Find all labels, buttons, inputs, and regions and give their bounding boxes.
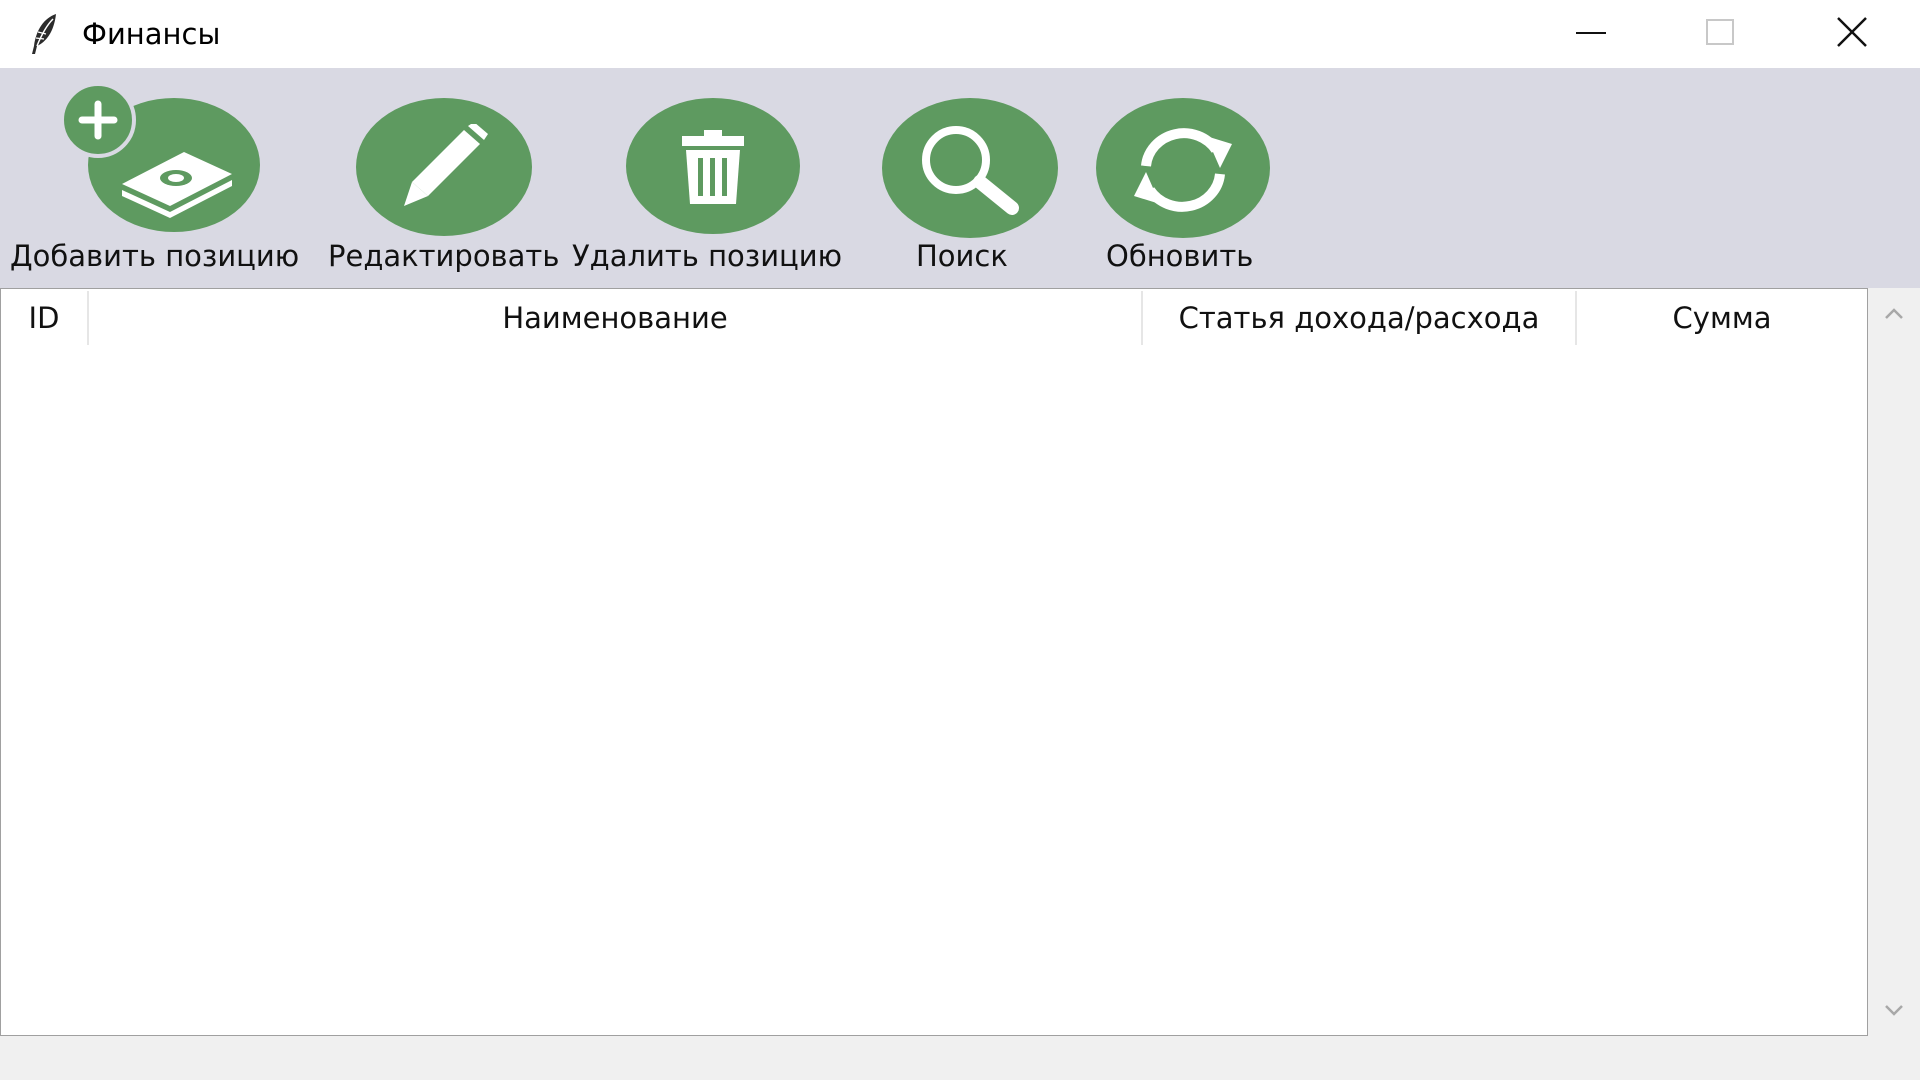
search-label: Поиск <box>916 239 1008 273</box>
window-bottom-area <box>0 1036 1920 1080</box>
search-icon <box>922 126 1019 215</box>
refresh-label: Обновить <box>1106 239 1254 273</box>
chevron-down-icon <box>1885 1005 1903 1016</box>
vertical-scrollbar[interactable] <box>1868 288 1920 1036</box>
minimize-icon <box>1576 32 1606 34</box>
trash-icon <box>682 130 744 204</box>
delete-position-button[interactable]: Удалить позицию <box>570 68 860 288</box>
refresh-button[interactable]: Обновить <box>1090 68 1290 288</box>
close-button[interactable] <box>1790 0 1920 68</box>
scroll-down-button[interactable] <box>1868 986 1920 1036</box>
pencil-icon <box>404 124 488 206</box>
delete-position-label: Удалить позицию <box>572 239 843 273</box>
refresh-icon <box>1134 128 1232 212</box>
scroll-up-button[interactable] <box>1868 288 1920 338</box>
close-icon <box>1837 17 1867 47</box>
add-position-button[interactable]: Добавить позицию <box>0 68 322 288</box>
window-title: Финансы <box>82 17 221 51</box>
feather-icon <box>26 12 62 56</box>
maximize-icon <box>1706 19 1734 45</box>
table-body[interactable] <box>1 347 1867 1035</box>
column-header-category[interactable]: Статья дохода/расхода <box>1143 289 1575 347</box>
add-position-label: Добавить позицию <box>10 239 300 273</box>
chevron-up-icon <box>1885 308 1903 319</box>
column-header-id[interactable]: ID <box>1 289 87 347</box>
table-header: ID Наименование Статья дохода/расхода Су… <box>1 289 1867 347</box>
minimize-button[interactable] <box>1525 0 1655 68</box>
toolbar: Добавить позицию Редактировать Удалить п… <box>0 68 1920 288</box>
edit-label: Редактировать <box>328 239 560 273</box>
column-header-name[interactable]: Наименование <box>89 289 1141 347</box>
search-button[interactable]: Поиск <box>870 68 1070 288</box>
edit-button[interactable]: Редактировать <box>322 68 564 288</box>
column-header-amount[interactable]: Сумма <box>1577 289 1867 347</box>
finance-table[interactable]: ID Наименование Статья дохода/расхода Су… <box>0 288 1868 1036</box>
title-bar[interactable]: Финансы <box>0 0 1920 68</box>
finance-window: Финансы Добавить позицию Редактировать У… <box>0 0 1920 1080</box>
maximize-button[interactable] <box>1655 0 1785 68</box>
plus-badge-icon <box>60 82 136 158</box>
